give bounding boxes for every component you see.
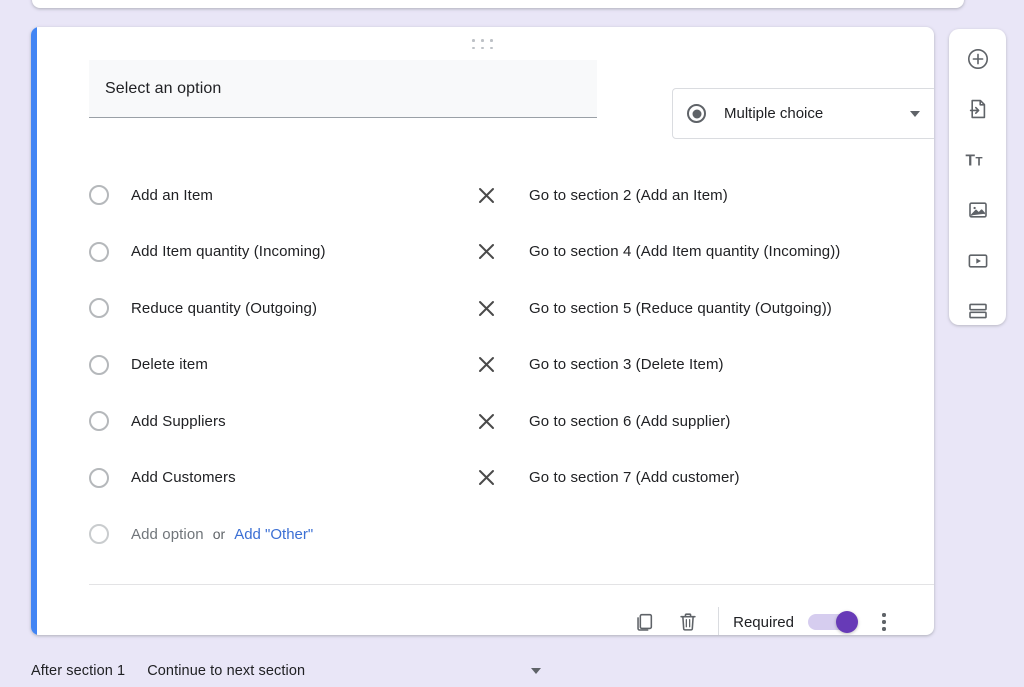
option-row[interactable]: Add Customers Go to section 7 (Add custo… xyxy=(89,450,934,507)
question-type-dropdown[interactable]: Multiple choice xyxy=(672,88,934,139)
trash-icon xyxy=(680,613,696,631)
image-icon xyxy=(968,202,987,218)
option-label[interactable]: Reduce quantity (Outgoing) xyxy=(131,300,317,317)
previous-question-card-stub[interactable] xyxy=(32,0,964,8)
remove-option-icon[interactable] xyxy=(474,353,498,377)
option-goto-label: Go to section 3 (Delete Item) xyxy=(529,356,724,374)
option-row[interactable]: Reduce quantity (Outgoing) Go to section… xyxy=(89,280,934,337)
after-section-value[interactable]: Continue to next section xyxy=(147,663,305,679)
required-toggle[interactable] xyxy=(808,611,858,633)
svg-text:T: T xyxy=(965,152,975,169)
delete-question-button[interactable] xyxy=(666,600,710,635)
svg-text:T: T xyxy=(975,156,982,168)
option-goto-dropdown[interactable]: Go to section 4 (Add Item quantity (Inco… xyxy=(529,243,929,260)
remove-option-icon[interactable] xyxy=(474,183,498,207)
video-icon xyxy=(968,254,987,268)
section-split-icon xyxy=(968,303,987,319)
option-goto-label: Go to section 5 (Reduce quantity (Outgoi… xyxy=(529,299,832,317)
card-accent-bar xyxy=(31,27,37,635)
duplicate-icon xyxy=(637,613,653,631)
radio-outline-icon xyxy=(89,185,109,206)
option-goto-dropdown[interactable]: Go to section 7 (Add customer) xyxy=(529,469,929,486)
toggle-knob xyxy=(836,611,858,633)
option-goto-dropdown[interactable]: Go to section 5 (Reduce quantity (Outgoi… xyxy=(529,300,929,317)
radio-outline-icon xyxy=(89,241,109,262)
remove-option-icon[interactable] xyxy=(474,466,498,490)
add-option-label[interactable]: Add option xyxy=(131,526,204,543)
radio-outline-icon xyxy=(89,354,109,375)
radio-outline-icon xyxy=(89,411,109,432)
option-label[interactable]: Add an Item xyxy=(131,187,213,204)
option-label[interactable]: Add Item quantity (Incoming) xyxy=(131,243,326,260)
remove-option-icon[interactable] xyxy=(474,409,498,433)
toolbar-separator xyxy=(718,607,720,635)
remove-option-icon[interactable] xyxy=(474,296,498,320)
radio-filled-icon xyxy=(687,104,706,123)
option-goto-label: Go to section 7 (Add customer) xyxy=(529,469,740,487)
option-goto-label: Go to section 6 (Add supplier) xyxy=(529,412,731,430)
option-label[interactable]: Delete item xyxy=(131,356,208,373)
option-goto-label: Go to section 2 (Add an Item) xyxy=(529,186,728,204)
option-goto-label: Go to section 4 (Add Item quantity (Inco… xyxy=(529,243,841,261)
editor-side-toolbar: T T xyxy=(949,29,1006,325)
duplicate-question-button[interactable] xyxy=(622,600,666,635)
footer-divider xyxy=(89,584,934,585)
options-list: Add an Item Go to section 2 (Add an Item… xyxy=(89,167,934,563)
radio-outline-icon xyxy=(89,467,109,488)
import-file-icon xyxy=(969,100,985,119)
option-label[interactable]: Add Suppliers xyxy=(131,413,226,430)
add-other-button[interactable]: Add "Other" xyxy=(234,526,313,543)
more-options-button[interactable] xyxy=(864,602,904,635)
add-question-button[interactable] xyxy=(963,45,993,73)
question-footer-toolbar: Required xyxy=(622,599,904,635)
add-video-button[interactable] xyxy=(963,247,993,275)
chevron-down-icon xyxy=(910,110,920,117)
add-section-button[interactable] xyxy=(963,298,993,326)
chevron-down-icon[interactable] xyxy=(531,668,541,674)
option-row[interactable]: Add Item quantity (Incoming) Go to secti… xyxy=(89,224,934,281)
option-row[interactable]: Delete item Go to section 3 (Delete Item… xyxy=(89,337,934,394)
add-option-row[interactable]: Add option or Add "Other" xyxy=(89,506,934,563)
after-section-bar[interactable]: After section 1 Continue to next section xyxy=(31,655,934,687)
option-goto-dropdown[interactable]: Go to section 6 (Add supplier) xyxy=(529,413,929,430)
question-title-container: Select an option xyxy=(89,60,597,118)
option-row[interactable]: Add an Item Go to section 2 (Add an Item… xyxy=(89,167,934,224)
radio-outline-icon xyxy=(89,524,109,545)
question-card[interactable]: Select an option Multiple choice Add an … xyxy=(31,27,934,635)
drag-handle-icon[interactable] xyxy=(471,39,495,51)
option-goto-dropdown[interactable]: Go to section 2 (Add an Item) xyxy=(529,187,929,204)
after-section-label: After section 1 xyxy=(31,663,126,679)
add-title-description-button[interactable]: T T xyxy=(963,146,993,174)
question-title-input[interactable]: Select an option xyxy=(89,60,597,118)
option-row[interactable]: Add Suppliers Go to section 6 (Add suppl… xyxy=(89,393,934,450)
radio-outline-icon xyxy=(89,298,109,319)
question-type-label: Multiple choice xyxy=(724,105,824,122)
remove-option-icon[interactable] xyxy=(474,240,498,264)
required-label: Required xyxy=(733,613,794,631)
plus-circle-icon xyxy=(967,48,988,69)
option-label[interactable]: Add Customers xyxy=(131,469,236,486)
text-tt-icon: T T xyxy=(965,152,982,169)
import-questions-button[interactable] xyxy=(963,96,993,124)
option-goto-dropdown[interactable]: Go to section 3 (Delete Item) xyxy=(529,356,929,373)
add-option-or-label: or xyxy=(212,526,226,543)
question-title-value: Select an option xyxy=(105,79,222,97)
add-image-button[interactable] xyxy=(963,197,993,225)
